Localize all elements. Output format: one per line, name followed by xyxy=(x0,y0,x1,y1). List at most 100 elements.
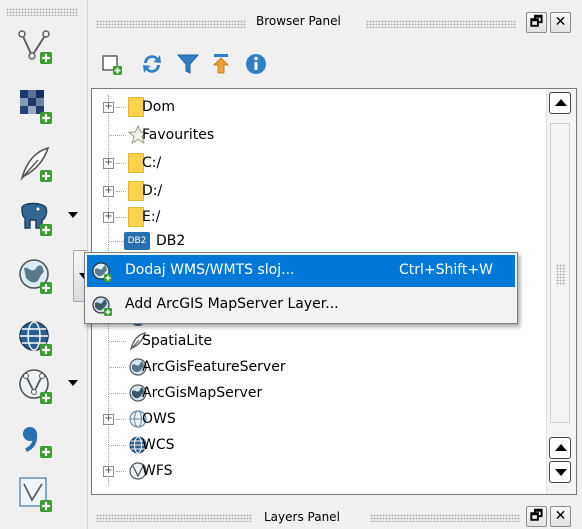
tree-item-arcgis-map-server[interactable]: ArcGisMapServer xyxy=(92,381,538,405)
arrow-up-icon xyxy=(555,444,567,451)
tree-connector xyxy=(109,341,126,342)
tree-connector xyxy=(109,135,126,136)
close-panel-button[interactable]: ✕ xyxy=(550,12,571,33)
tree-connector xyxy=(116,107,126,108)
tree-connector xyxy=(116,163,126,164)
add-postgis-layer-button[interactable] xyxy=(10,196,84,238)
tree-item-db2[interactable]: DB2 DB2 xyxy=(92,229,538,253)
tree-item-spatialite[interactable]: SpatiaLite xyxy=(92,329,538,353)
expand-icon[interactable]: + xyxy=(103,186,114,197)
tree-connector xyxy=(116,191,126,192)
tree-connector xyxy=(109,367,126,368)
expand-icon[interactable]: + xyxy=(103,212,114,223)
toolbar-grip[interactable] xyxy=(6,8,78,16)
tree-connector xyxy=(109,445,126,446)
tree-item-label: WCS xyxy=(142,437,175,453)
filter-button[interactable] xyxy=(174,50,202,78)
layers-panel-title-bar[interactable]: Layers Panel 🗗 ✕ xyxy=(88,500,582,529)
menu-item-label: Dodaj WMS/WMTS sloj... xyxy=(125,262,295,278)
postgis-elephant-icon xyxy=(21,202,52,236)
tree-item-label: D:/ xyxy=(142,183,163,199)
menu-item-shortcut: Ctrl+Shift+W xyxy=(398,262,493,278)
add-selected-layers-button[interactable] xyxy=(98,50,126,78)
menu-item-add-arcgis-mapserver[interactable]: Add ArcGIS MapServer Layer... xyxy=(87,289,515,321)
refresh-button[interactable] xyxy=(138,50,166,78)
add-raster-layer-button[interactable] xyxy=(10,84,84,126)
tree-item-wfs[interactable]: + WFS xyxy=(92,459,538,483)
tree-item-label: ArcGisMapServer xyxy=(142,385,263,401)
scroll-thumb[interactable] xyxy=(550,123,570,423)
postgis-dropdown-arrow-icon[interactable] xyxy=(68,212,78,218)
menu-item-add-wms-wmts[interactable]: Dodaj WMS/WMTS sloj... Ctrl+Shift+W xyxy=(87,255,515,287)
tree-connector xyxy=(109,393,126,394)
thumb-grip xyxy=(556,264,566,286)
add-raster-layer-icon xyxy=(20,90,52,124)
data-source-toolbar xyxy=(0,0,95,529)
tree-item-ows[interactable]: + OWS xyxy=(92,407,538,431)
feather-icon xyxy=(20,146,52,182)
float-panel-button[interactable]: 🗗 xyxy=(526,12,547,33)
tree-item-label: WFS xyxy=(142,463,173,479)
add-delimited-text-layer-button[interactable] xyxy=(10,418,84,460)
tree-connector xyxy=(116,471,126,472)
scroll-up-button-lower[interactable] xyxy=(549,437,571,459)
wms-globe-icon xyxy=(92,262,112,282)
expand-icon[interactable]: + xyxy=(103,414,114,425)
expand-icon[interactable]: + xyxy=(103,102,114,113)
browser-panel: Browser Panel 🗗 ✕ + Dom Favourites + C:/… xyxy=(88,0,582,500)
db2-icon: DB2 xyxy=(124,232,150,250)
tree-item-label: Dom xyxy=(142,99,175,115)
wms-dropdown-menu: Dodaj WMS/WMTS sloj... Ctrl+Shift+W Add … xyxy=(84,252,518,324)
add-layer-icon xyxy=(102,55,122,75)
collapse-all-icon xyxy=(213,54,229,74)
tree-item-wcs[interactable]: WCS xyxy=(92,433,538,457)
tree-scrollbar[interactable] xyxy=(546,89,576,494)
add-spatialite-layer-button[interactable] xyxy=(10,142,84,184)
title-grip-left xyxy=(96,20,246,28)
tree-item-label: E:/ xyxy=(142,209,161,225)
tree-connector xyxy=(116,217,126,218)
scroll-up-button[interactable] xyxy=(549,92,571,114)
add-wfs-layer-button[interactable] xyxy=(10,364,84,406)
browser-panel-title-bar[interactable]: Browser Panel 🗗 ✕ xyxy=(88,12,582,34)
tree-item-dom[interactable]: + Dom xyxy=(92,95,538,119)
tree-item-label: OWS xyxy=(142,411,176,427)
new-shapefile-layer-button[interactable] xyxy=(10,472,84,514)
wfs-globe-icon xyxy=(19,369,52,404)
title-grip-right xyxy=(370,514,520,522)
refresh-icon xyxy=(143,55,161,73)
new-vector-layer-icon xyxy=(19,477,52,512)
info-icon xyxy=(246,54,266,74)
browser-panel-title: Browser Panel xyxy=(256,14,341,28)
add-vector-layer-button[interactable] xyxy=(10,24,84,66)
float-panel-button[interactable]: 🗗 xyxy=(526,506,547,527)
tree-item-arcgis-feature-server[interactable]: ArcGisFeatureServer xyxy=(92,355,538,379)
expand-icon[interactable]: + xyxy=(103,158,114,169)
comma-icon xyxy=(23,427,52,458)
browser-toolbar xyxy=(98,50,398,84)
arrow-up-icon xyxy=(555,99,567,106)
scroll-down-button[interactable] xyxy=(549,461,571,483)
title-grip-left xyxy=(96,514,252,522)
properties-button[interactable] xyxy=(242,50,270,78)
expand-icon[interactable]: + xyxy=(103,466,114,477)
collapse-all-button[interactable] xyxy=(208,50,236,78)
wcs-globe-icon xyxy=(19,321,52,356)
tree-item-e-drive[interactable]: + E:/ xyxy=(92,205,538,229)
add-wms-layer-button[interactable] xyxy=(10,250,95,302)
tree-item-label: SpatiaLite xyxy=(142,333,213,349)
add-vector-layer-icon xyxy=(18,30,52,64)
tree-item-label: Favourites xyxy=(142,127,215,143)
layers-panel-title: Layers Panel xyxy=(264,510,340,524)
close-panel-button[interactable]: ✕ xyxy=(550,506,571,527)
arcgis-map-icon xyxy=(92,296,112,316)
tree-item-favourites[interactable]: Favourites xyxy=(92,123,538,147)
title-grip-right xyxy=(366,20,516,28)
tree-item-c-drive[interactable]: + C:/ xyxy=(92,151,538,175)
tree-item-d-drive[interactable]: + D:/ xyxy=(92,179,538,203)
wfs-dropdown-arrow-icon[interactable] xyxy=(68,380,78,386)
tree-item-label: C:/ xyxy=(142,155,162,171)
add-wcs-layer-button[interactable] xyxy=(10,316,84,358)
tree-item-label: ArcGisFeatureServer xyxy=(142,359,286,375)
filter-icon xyxy=(176,54,200,74)
